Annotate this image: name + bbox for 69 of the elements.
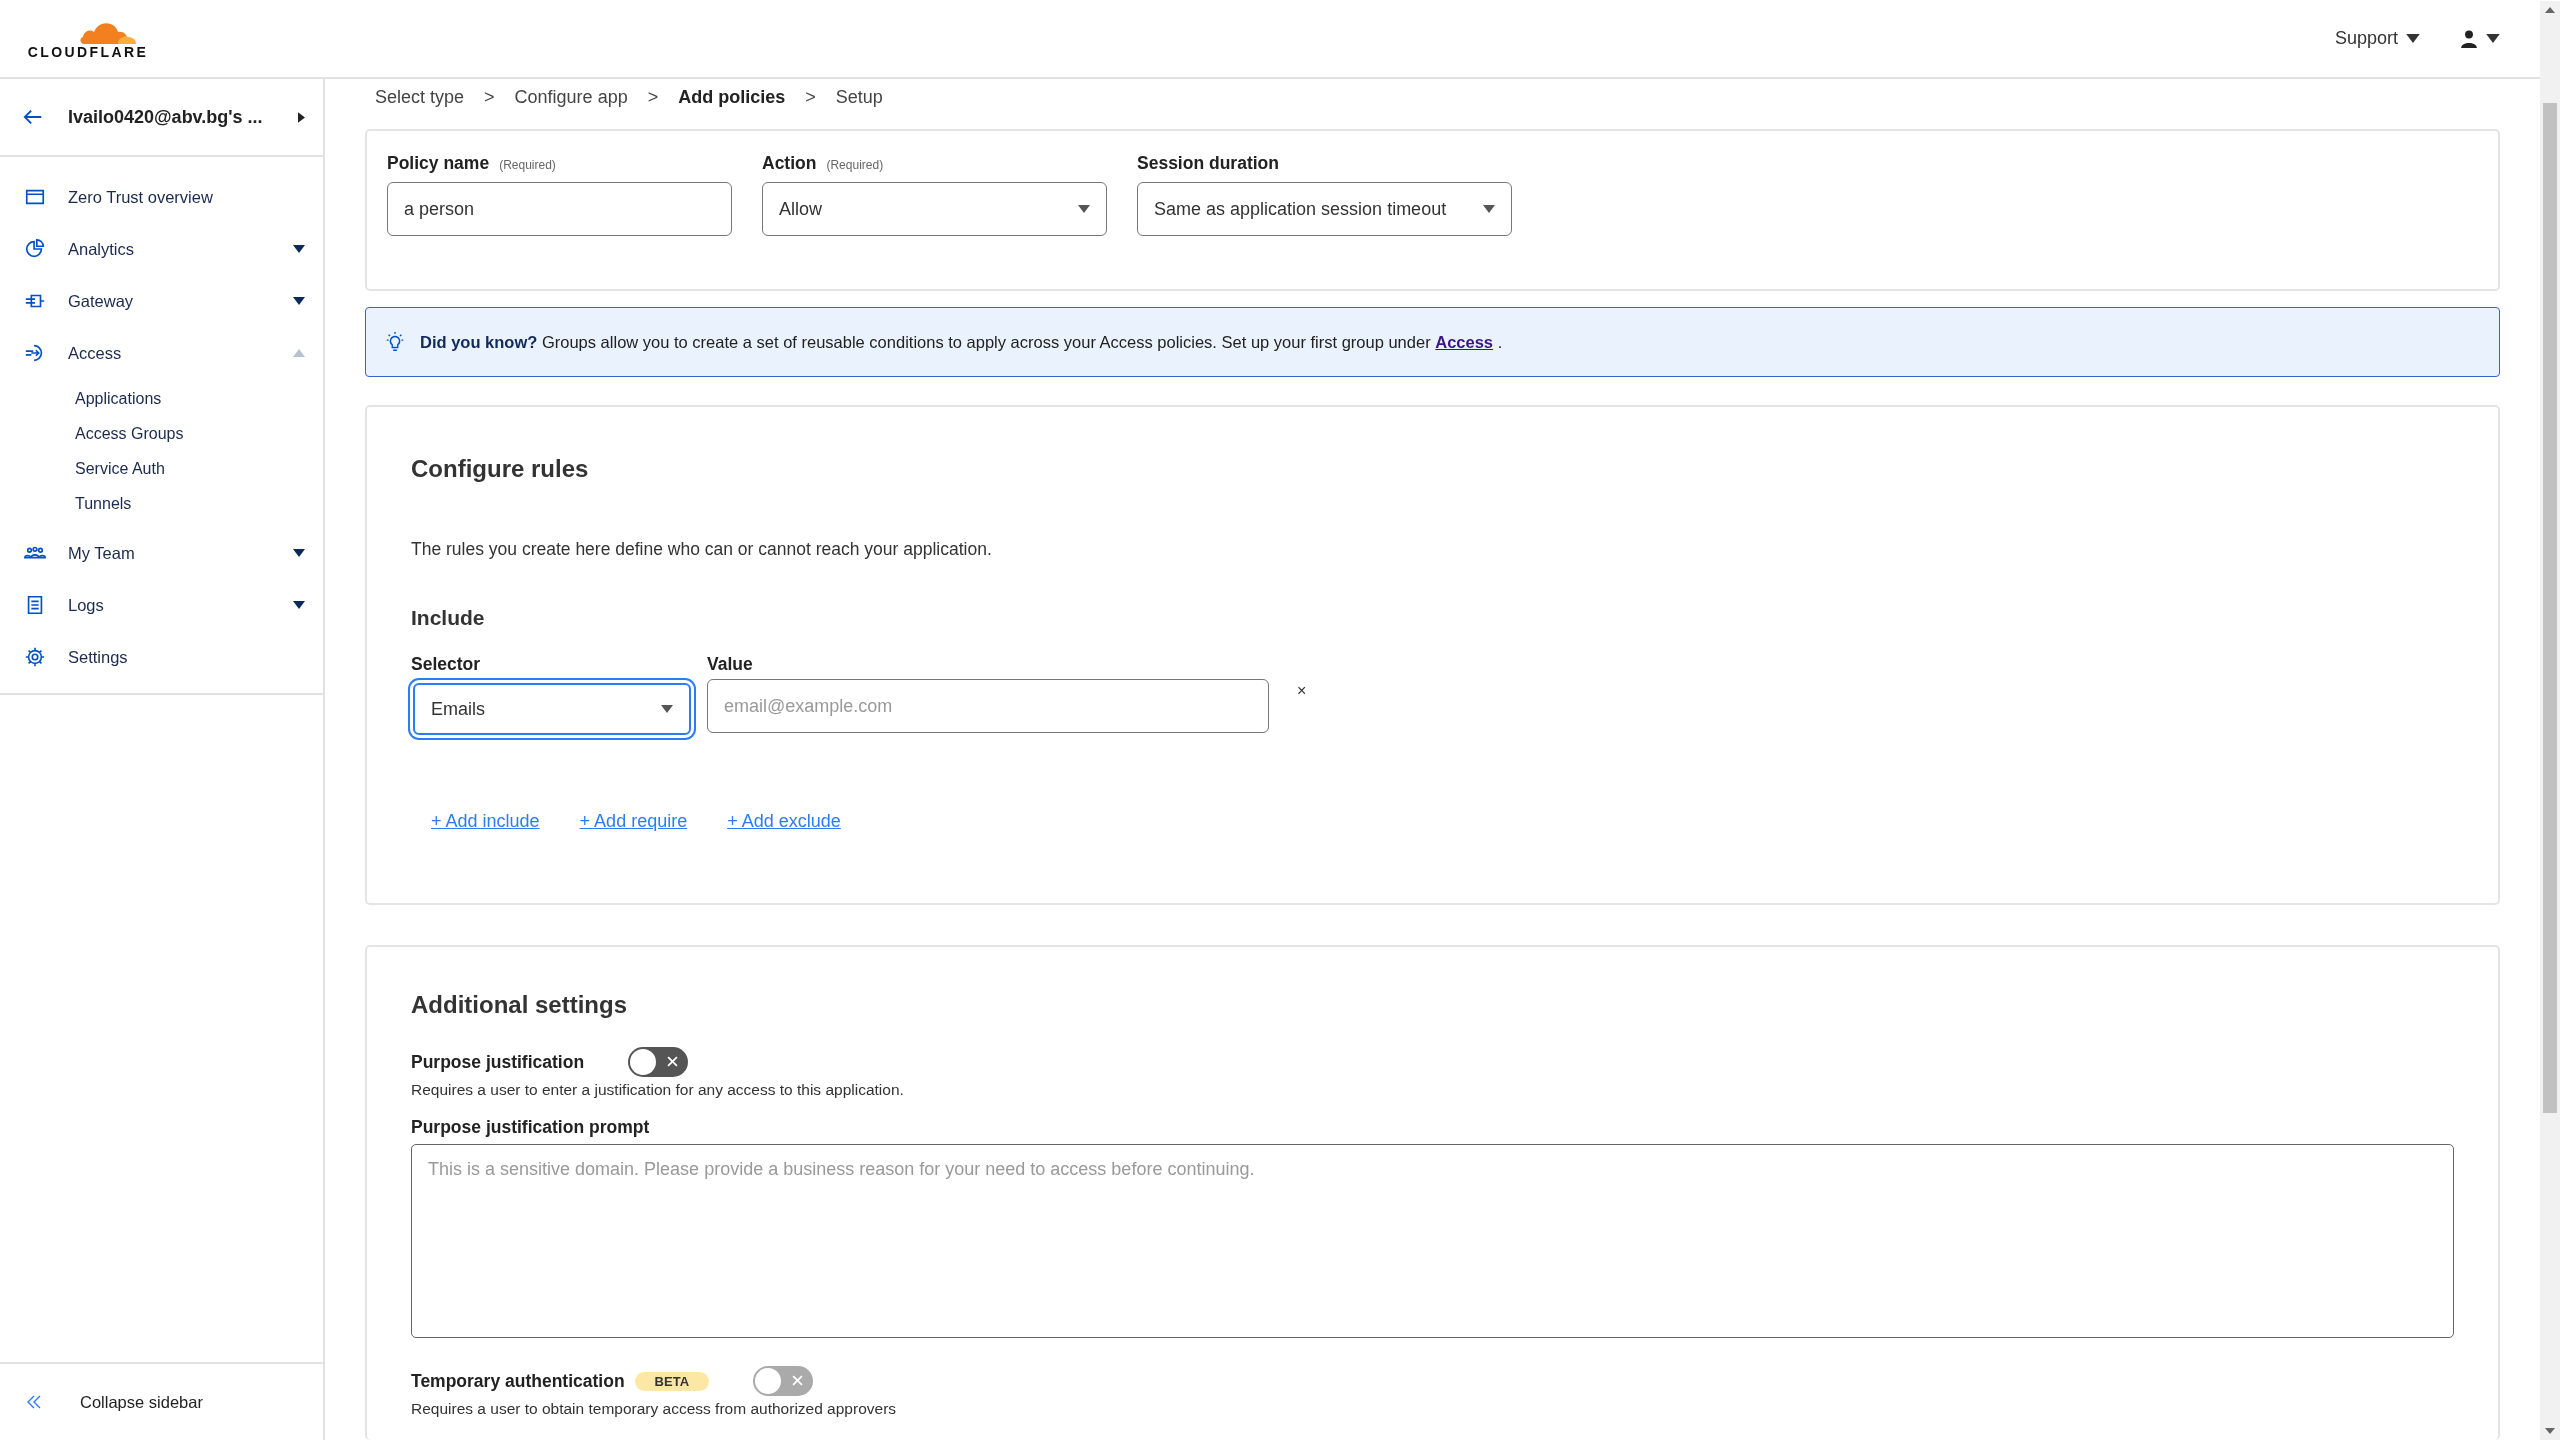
breadcrumb-step[interactable]: Configure app <box>514 86 628 108</box>
support-menu[interactable]: Support <box>2334 28 2420 49</box>
field-label: Action <box>762 153 817 174</box>
nav-item[interactable]: Gateway <box>0 275 323 327</box>
field-label: Policy name <box>387 153 490 174</box>
field-label: Session duration <box>1137 153 1279 174</box>
section-title: Additional settings <box>411 991 628 1019</box>
breadcrumb-separator: > <box>484 86 495 108</box>
field-label: Selector <box>411 654 482 675</box>
setting-label: Purpose justification <box>411 1051 585 1073</box>
caret-icon <box>661 705 673 713</box>
caret-icon <box>2486 34 2500 43</box>
tip-text: Did you know? Groups allow you to create a set of reusable conditions to apply across your Access policies. Set up your first group under Access . <box>420 332 1503 352</box>
caret-icon <box>298 111 305 123</box>
policy-name-field[interactable]: a person <box>387 182 732 236</box>
user-icon <box>2460 29 2478 48</box>
scroll-down-icon[interactable] <box>2545 1428 2555 1434</box>
close-icon <box>667 1056 679 1067</box>
nav-subitem[interactable]: Tunnels <box>75 486 323 521</box>
scrollbar-thumb[interactable] <box>2543 103 2557 1113</box>
setting-label: Temporary authentication <box>411 1370 625 1392</box>
breadcrumb-separator: > <box>805 86 816 108</box>
breadcrumb-step[interactable]: Setup <box>835 86 883 108</box>
beta-badge: BETA <box>634 1371 710 1391</box>
scrollbar[interactable] <box>2540 1 2560 1440</box>
nav-subitem[interactable]: Service Auth <box>75 451 323 486</box>
email-field[interactable]: email@example.com <box>707 679 1269 733</box>
caret-icon <box>1483 205 1495 213</box>
double-chevron-icon <box>26 1394 42 1410</box>
nav-item[interactable]: Settings <box>0 631 323 683</box>
nav-item[interactable]: My Team <box>0 527 323 579</box>
field-label: Purpose justification prompt <box>411 1117 651 1138</box>
select-field[interactable]: Same as application session timeout <box>1137 182 1512 236</box>
lightbulb-icon <box>384 331 406 353</box>
include-heading: Include <box>411 606 486 630</box>
access-link[interactable]: Access <box>1435 332 1494 351</box>
nav-subitem[interactable]: Access Groups <box>75 416 323 451</box>
nav-subitem[interactable]: Applications <box>75 381 323 416</box>
settings-icon <box>24 646 46 668</box>
caret-icon <box>2406 34 2420 43</box>
add-rule-link[interactable]: + Add require <box>579 811 688 832</box>
breadcrumb-separator: > <box>647 86 659 108</box>
nav-item[interactable]: Access <box>0 327 323 379</box>
toggle-switch[interactable] <box>628 1047 689 1077</box>
remove-rule-button[interactable]: × <box>1293 680 1311 702</box>
nav-item[interactable]: Zero Trust overview <box>0 171 323 223</box>
setting-description: Requires a user to enter a justification for any access to this application. <box>411 1081 905 1099</box>
required-hint: (Required) <box>499 158 556 172</box>
logo-wordmark: CLOUDFLARE <box>27 43 149 60</box>
account-name[interactable]: Ivailo0420@abv.bg's ... <box>68 106 274 128</box>
scroll-up-icon[interactable] <box>2545 7 2555 13</box>
section-description: The rules you create here define who can or cannot reach your application. <box>411 539 993 560</box>
breadcrumb-step[interactable]: Add policies <box>678 86 786 108</box>
field-label: Value <box>707 654 754 675</box>
caret-icon <box>1078 205 1090 213</box>
nav-item[interactable]: Analytics <box>0 223 323 275</box>
user-menu[interactable] <box>2460 29 2500 48</box>
collapse-sidebar-button[interactable]: Collapse sidebar <box>0 1362 323 1440</box>
section-title: Configure rules <box>411 455 590 483</box>
setting-description: Requires a user to obtain temporary access from authorized approvers <box>411 1400 898 1418</box>
prompt-textarea[interactable]: This is a sensitive domain. Please provide a business reason for your need to access before continuing. <box>411 1144 2454 1338</box>
required-hint: (Required) <box>826 158 884 172</box>
nav-item[interactable]: Logs <box>0 579 323 631</box>
pie-chart-icon <box>24 238 46 260</box>
breadcrumb-step[interactable]: Select type <box>375 86 465 108</box>
close-icon <box>792 1375 804 1386</box>
select-field[interactable]: Allow <box>762 182 1107 236</box>
add-rule-link[interactable]: + Add exclude <box>727 811 841 832</box>
add-rule-link[interactable]: + Add include <box>431 811 540 832</box>
